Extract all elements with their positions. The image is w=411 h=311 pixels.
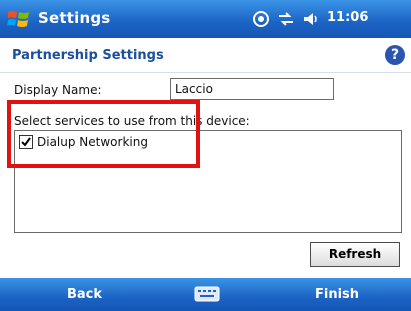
list-item[interactable]: Dialup Networking: [19, 135, 148, 149]
volume-icon[interactable]: [302, 10, 320, 28]
status-icons: [252, 8, 320, 30]
finish-softkey[interactable]: Finish: [315, 287, 359, 302]
app-title: Settings: [38, 9, 111, 27]
services-list[interactable]: Dialup Networking: [14, 130, 402, 233]
title-bar: Settings 11:06: [0, 0, 411, 38]
menu-bar: Back Finish: [0, 278, 411, 311]
display-name-label: Display Name:: [14, 83, 102, 97]
service-label: Dialup Networking: [37, 135, 148, 149]
back-softkey[interactable]: Back: [67, 287, 102, 302]
start-flag-icon[interactable]: [6, 8, 32, 30]
sync-icon[interactable]: [252, 10, 270, 28]
refresh-button[interactable]: Refresh: [310, 242, 400, 267]
page-header: Partnership Settings ?: [0, 38, 411, 73]
page-title: Partnership Settings: [12, 48, 164, 63]
checkmark-icon: [21, 137, 31, 147]
services-label: Select services to use from this device:: [14, 114, 250, 128]
help-icon[interactable]: ?: [385, 45, 405, 65]
keyboard-icon[interactable]: [194, 285, 220, 303]
help-glyph: ?: [390, 47, 400, 63]
display-name-field[interactable]: Laccio: [170, 78, 334, 100]
dialup-networking-checkbox[interactable]: [19, 135, 33, 149]
connectivity-icon[interactable]: [277, 10, 295, 28]
clock[interactable]: 11:06: [327, 10, 368, 25]
